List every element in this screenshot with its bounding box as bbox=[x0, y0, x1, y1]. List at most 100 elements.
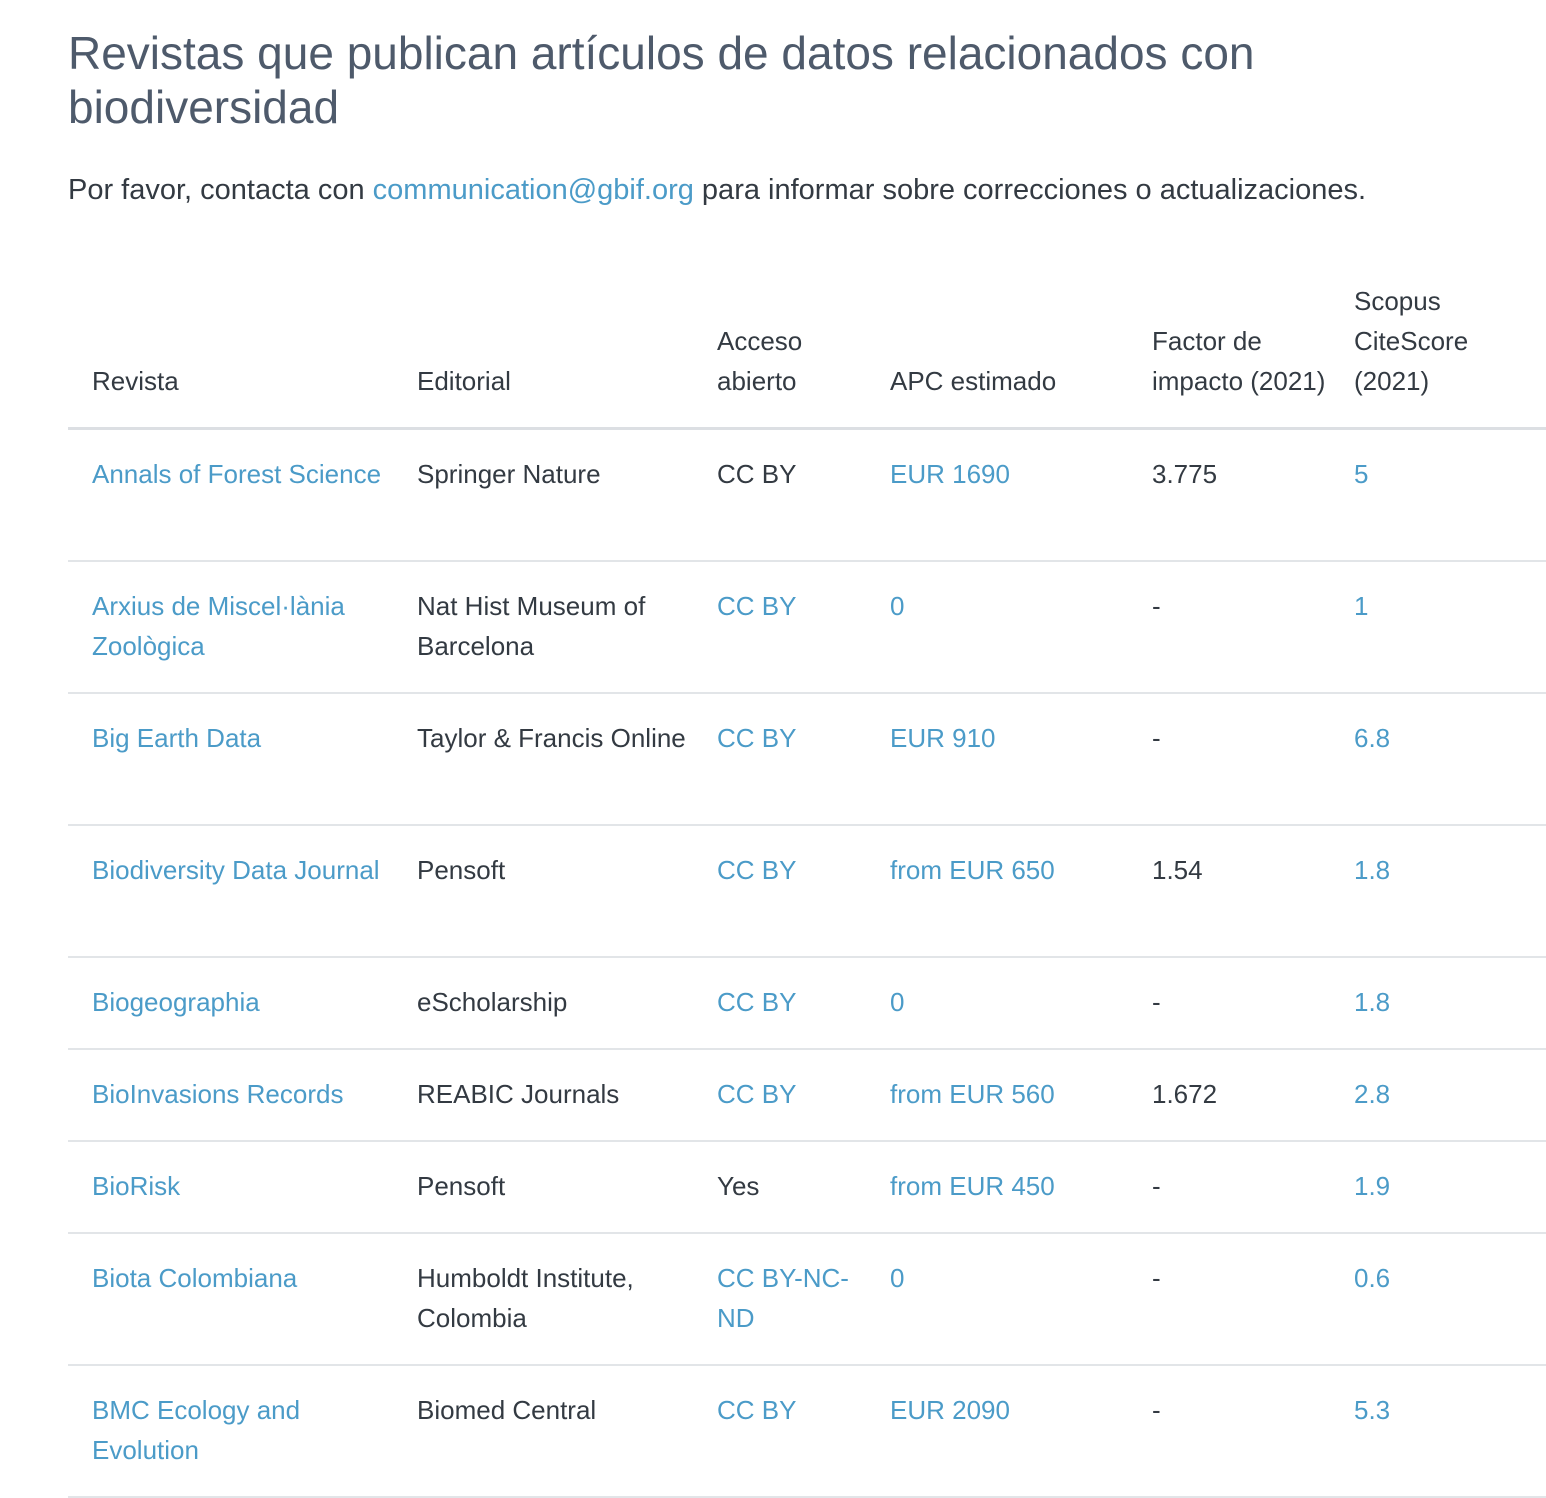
header-apc: APC estimado bbox=[866, 281, 1128, 430]
journal-name-cell: Annals of Forest Science bbox=[68, 428, 393, 562]
citescore-cell: 1.8 bbox=[1330, 957, 1546, 1050]
apc-cell: EUR 910 bbox=[866, 693, 1128, 826]
journal-name-link[interactable]: BioInvasions Records bbox=[92, 1079, 343, 1109]
citescore-cell: 6.8 bbox=[1330, 693, 1546, 826]
journal-name-link[interactable]: Big Earth Data bbox=[92, 723, 261, 753]
publisher-cell: eScholarship bbox=[417, 987, 568, 1017]
journal-name-link[interactable]: Annals of Forest Science bbox=[92, 459, 381, 489]
impact-factor-cell: - bbox=[1152, 1171, 1161, 1201]
open-access-cell: Yes bbox=[717, 1171, 760, 1201]
contact-email-link[interactable]: communication@gbif.org bbox=[373, 174, 694, 206]
table-row: Arxius de Miscel·lània Zoològica Nat Hist… bbox=[68, 561, 1546, 694]
apc-link[interactable]: 0 bbox=[890, 591, 904, 621]
citescore-cell: 5.3 bbox=[1330, 1365, 1546, 1498]
journal-name-link[interactable]: Biodiversity Data Journal bbox=[92, 855, 380, 885]
impact-factor-cell: 3.775 bbox=[1128, 428, 1330, 562]
apc-cell: EUR 2090 bbox=[866, 1365, 1128, 1498]
table-row: BMC Ecology and Evolution Biomed Central C… bbox=[68, 1365, 1546, 1498]
page-title: Revistas que publican artículos de datos… bbox=[68, 27, 1255, 133]
open-access-cell[interactable]: CC BY bbox=[717, 723, 796, 753]
header-publisher: Editorial bbox=[393, 281, 693, 430]
apc-link[interactable]: EUR 2090 bbox=[890, 1395, 1010, 1425]
citescore-cell: 0.6 bbox=[1330, 1233, 1546, 1366]
open-access-cell: CC BY bbox=[717, 459, 797, 489]
table-row: Big Earth Data Taylor & Francis Online CC … bbox=[68, 693, 1546, 826]
table-row: BioInvasions Records REABIC Journals CC BY… bbox=[68, 1049, 1546, 1142]
open-access-cell: CC BY-NC-ND bbox=[693, 1233, 866, 1366]
publisher-cell: REABIC Journals bbox=[417, 1079, 620, 1109]
open-access-cell[interactable]: CC BY-NC-ND bbox=[717, 1263, 849, 1333]
impact-factor-cell: - bbox=[1128, 561, 1330, 694]
citescore-link[interactable]: 5 bbox=[1354, 459, 1368, 489]
apc-link[interactable]: from EUR 560 bbox=[890, 1079, 1055, 1109]
apc-link[interactable]: from EUR 450 bbox=[890, 1171, 1055, 1201]
publisher-cell: Biomed Central bbox=[417, 1395, 597, 1425]
header-citescore: Scopus CiteScore (2021) bbox=[1330, 281, 1546, 430]
impact-factor-cell: - bbox=[1128, 693, 1330, 826]
citescore-link[interactable]: 1 bbox=[1354, 591, 1368, 621]
table-row: Biodiversity Data Journal Pensoft CC BY fro… bbox=[68, 825, 1546, 958]
apc-cell: from EUR 560 bbox=[866, 1049, 1128, 1142]
publisher-cell: Biomed Central bbox=[393, 1365, 693, 1498]
publisher-cell: Taylor & Francis Online bbox=[393, 693, 693, 826]
impact-factor-cell: 1.672 bbox=[1128, 1049, 1330, 1142]
journal-name-link[interactable]: BMC Ecology and Evolution bbox=[92, 1395, 300, 1465]
citescore-link[interactable]: 5.3 bbox=[1354, 1395, 1390, 1425]
journal-name-cell: Arxius de Miscel·lània Zoològica bbox=[68, 561, 393, 694]
open-access-cell: CC BY bbox=[693, 825, 866, 958]
impact-factor-cell: - bbox=[1152, 987, 1161, 1017]
impact-factor-cell: - bbox=[1152, 1263, 1161, 1293]
apc-cell: 0 bbox=[866, 1233, 1128, 1366]
open-access-cell: Yes bbox=[693, 1141, 866, 1234]
open-access-cell[interactable]: CC BY bbox=[717, 855, 796, 885]
citescore-link[interactable]: 2.8 bbox=[1354, 1079, 1390, 1109]
table-row: Annals of Forest Science Springer Nature C… bbox=[68, 428, 1546, 562]
open-access-cell[interactable]: CC BY bbox=[717, 591, 796, 621]
impact-factor-cell: - bbox=[1128, 1141, 1330, 1234]
publisher-cell: eScholarship bbox=[393, 957, 693, 1050]
apc-link[interactable]: 0 bbox=[890, 1263, 904, 1293]
apc-cell: from EUR 650 bbox=[866, 825, 1128, 958]
apc-link[interactable]: from EUR 650 bbox=[890, 855, 1055, 885]
open-access-cell: CC BY bbox=[693, 693, 866, 826]
open-access-cell: CC BY bbox=[693, 957, 866, 1050]
intro-text: Por favor, contacta con communication@gb… bbox=[68, 172, 1546, 208]
table-body: Annals of Forest Science Springer Nature C… bbox=[68, 428, 1546, 1498]
citescore-link[interactable]: 0.6 bbox=[1354, 1263, 1390, 1293]
citescore-link[interactable]: 1.8 bbox=[1354, 987, 1390, 1017]
citescore-cell: 2.8 bbox=[1330, 1049, 1546, 1142]
publisher-cell: Springer Nature bbox=[393, 428, 693, 562]
header-open-access: Acceso abierto bbox=[693, 281, 866, 430]
journal-name-cell: BioRisk bbox=[68, 1141, 393, 1234]
open-access-cell[interactable]: CC BY bbox=[717, 1079, 796, 1109]
apc-link[interactable]: 0 bbox=[890, 987, 904, 1017]
impact-factor-cell: - bbox=[1152, 1395, 1161, 1425]
publisher-cell: Pensoft bbox=[393, 1141, 693, 1234]
open-access-cell[interactable]: CC BY bbox=[717, 987, 796, 1017]
journals-table: Revista Editorial Acceso abierto APC est… bbox=[68, 281, 1546, 1498]
apc-cell: from EUR 450 bbox=[866, 1141, 1128, 1234]
apc-link[interactable]: EUR 910 bbox=[890, 723, 996, 753]
publisher-cell: Pensoft bbox=[417, 1171, 506, 1201]
open-access-cell: CC BY bbox=[693, 1365, 866, 1498]
citescore-link[interactable]: 6.8 bbox=[1354, 723, 1390, 753]
citescore-cell: 1.9 bbox=[1330, 1141, 1546, 1234]
table-row: Biota Colombiana Humboldt Institute, Colo… bbox=[68, 1233, 1546, 1366]
journal-name-link[interactable]: Arxius de Miscel·lània Zoològica bbox=[92, 591, 345, 661]
intro-text-before: Por favor, contacta con bbox=[68, 174, 373, 206]
publisher-cell: Springer Nature bbox=[417, 459, 601, 489]
apc-link[interactable]: EUR 1690 bbox=[890, 459, 1010, 489]
journal-name-cell: BMC Ecology and Evolution bbox=[68, 1365, 393, 1498]
citescore-link[interactable]: 1.8 bbox=[1354, 855, 1390, 885]
table-row: Biogeographia eScholarship CC BY 0 - 1.8 bbox=[68, 957, 1546, 1050]
open-access-cell[interactable]: CC BY bbox=[717, 1395, 796, 1425]
citescore-link[interactable]: 1.9 bbox=[1354, 1171, 1390, 1201]
table-row: BioRisk Pensoft Yes from EUR 450 - 1.9 bbox=[68, 1141, 1546, 1234]
publisher-cell: Pensoft bbox=[393, 825, 693, 958]
journal-name-link[interactable]: Biogeographia bbox=[92, 987, 260, 1017]
header-journal: Revista bbox=[68, 281, 393, 430]
apc-cell: EUR 1690 bbox=[866, 428, 1128, 562]
journal-name-link[interactable]: Biota Colombiana bbox=[92, 1263, 297, 1293]
journal-name-link[interactable]: BioRisk bbox=[92, 1171, 180, 1201]
open-access-cell: CC BY bbox=[693, 1049, 866, 1142]
